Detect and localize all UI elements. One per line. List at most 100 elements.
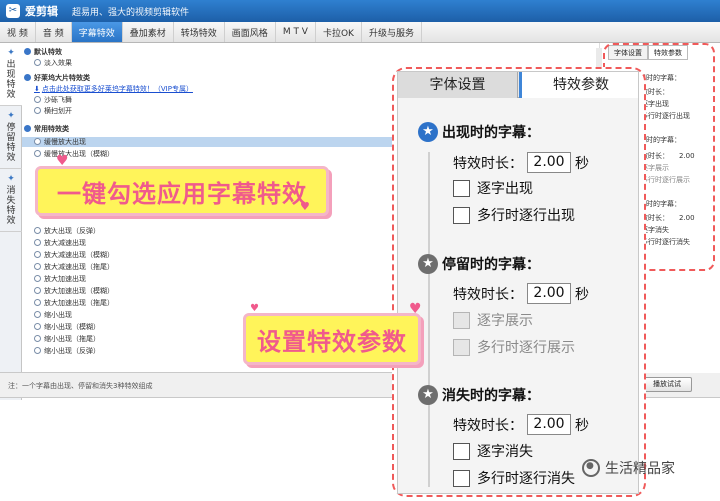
list-item[interactable]: 放大减速出现（模糊） [34, 250, 114, 260]
effect-phase-tabs: ✦ 出 现 特 效 ✦ 停 留 特 效 ✦ 消 失 特 效 [0, 43, 22, 400]
star-icon: ✦ [7, 174, 15, 184]
main-menu-bar: 视 频 音 频 字幕特效 叠加素材 转场特效 画面风格 M T V 卡拉OK 升… [0, 22, 720, 43]
group-common[interactable]: 常用特效类 [24, 124, 69, 134]
list-item[interactable]: 放大加速出现（模糊） [34, 286, 114, 296]
list-item[interactable]: 放大加速出现 [34, 274, 86, 284]
radio-icon [34, 311, 41, 318]
menu-mtv[interactable]: M T V [276, 22, 316, 42]
effect-settings-panel-zoomed: 字体设置 特效参数 出现时的字幕： 特效时长： 2.00 秒 逐字出现 多行时逐… [397, 71, 639, 494]
tab-stay-effects[interactable]: ✦ 停 留 特 效 [0, 106, 22, 169]
radio-icon [34, 347, 41, 354]
star-icon [418, 254, 438, 274]
vanish-char-by-char-checkbox[interactable]: 逐字消失 [453, 441, 533, 461]
radio-icon [34, 287, 41, 294]
list-item[interactable]: 横扫划开 [34, 106, 72, 116]
appear-char-by-char-checkbox[interactable]: 逐字出现 [453, 178, 533, 198]
app-slogan: 超易用、强大的视频剪辑软件 [72, 7, 190, 18]
menu-video[interactable]: 视 频 [0, 22, 36, 42]
list-item[interactable]: 沙砾飞舞 [34, 95, 72, 105]
appear-section-title: 出现时的字幕： [418, 122, 540, 142]
radio-icon [34, 251, 41, 258]
list-item[interactable]: 缩小出现（拖尾） [34, 334, 100, 344]
list-item[interactable]: 缩小出现（反弹） [34, 346, 100, 356]
radio-icon [34, 323, 41, 330]
checkbox-icon [453, 311, 470, 329]
group-default[interactable]: 默认特效 [24, 47, 62, 57]
star-icon [418, 122, 438, 142]
app-name: 爱剪辑 [25, 5, 58, 18]
stay-line-by-line-checkbox: 多行时逐行展示 [453, 337, 575, 357]
group-icon [24, 74, 31, 81]
vanish-line-by-line-checkbox[interactable]: 多行时逐行消失 [453, 468, 575, 488]
radio-icon [34, 150, 41, 157]
list-item[interactable]: 缩小出现 [34, 310, 72, 320]
stay-char-by-char-checkbox: 逐字展示 [453, 310, 533, 330]
appear-duration-input[interactable]: 2.00 [527, 152, 571, 173]
watermark: 生活精品家 [582, 458, 675, 478]
radio-icon [34, 239, 41, 246]
radio-icon [34, 107, 41, 114]
list-item[interactable]: 缩小出现（模糊） [34, 322, 100, 332]
settings-tabs: 字体设置 特效参数 [398, 72, 638, 98]
checked-radio-icon [34, 138, 41, 145]
stay-section-title: 停留时的字幕： [418, 254, 540, 274]
appear-line-by-line-checkbox[interactable]: 多行时逐行出现 [453, 205, 575, 225]
app-logo-icon: ✂ [6, 4, 20, 18]
menu-subtitle-effects[interactable]: 字幕特效 [71, 22, 123, 42]
section-connector [428, 152, 430, 487]
vanish-section-title: 消失时的字幕： [418, 385, 540, 405]
stay-duration-input[interactable]: 2.00 [527, 283, 571, 304]
checkbox-icon [453, 206, 470, 224]
list-item[interactable]: 放大出现（反弹） [34, 226, 100, 236]
wechat-icon [582, 459, 600, 477]
menu-upgrade[interactable]: 升级与服务 [362, 22, 422, 42]
download-icon: ⬇ [34, 85, 40, 93]
list-item[interactable]: 放大减速出现（拖尾） [34, 262, 114, 272]
list-item[interactable]: 淡入效果 [34, 58, 72, 68]
radio-icon [34, 227, 41, 234]
stay-duration-row: 特效时长： 2.00 秒 [453, 283, 589, 304]
vip-effects-link[interactable]: ⬇ 点击此处获取更多好莱坞字幕特效！（VIP专属） [34, 84, 193, 94]
tab-effect-params[interactable]: 特效参数 [519, 72, 638, 98]
list-item-selected[interactable]: 缓慢放大出现 [22, 137, 392, 147]
status-note: 注：一个字幕由出现、停留和消失3种特效组成 [8, 382, 153, 390]
vanish-duration-input[interactable]: 2.00 [527, 414, 571, 435]
group-icon [24, 48, 31, 55]
menu-audio[interactable]: 音 频 [36, 22, 72, 42]
tab-vanish-effects[interactable]: ✦ 消 失 特 效 [0, 169, 22, 232]
appear-duration-row: 特效时长： 2.00 秒 [453, 152, 589, 173]
checkbox-icon [453, 338, 470, 356]
radio-icon [34, 59, 41, 66]
tab-font-settings[interactable]: 字体设置 [398, 72, 518, 98]
star-icon: ✦ [7, 48, 15, 58]
vanish-duration-row: 特效时长： 2.00 秒 [453, 414, 589, 435]
checkbox-icon [453, 469, 470, 487]
tab-appear-effects[interactable]: ✦ 出 现 特 效 [0, 43, 22, 106]
menu-picture-style[interactable]: 画面风格 [225, 22, 276, 42]
list-item[interactable]: 放大减速出现 [34, 238, 86, 248]
heart-icon: ♥ [250, 303, 259, 314]
checkbox-icon [453, 442, 470, 460]
group-hollywood[interactable]: 好莱坞大片特效类 [24, 73, 90, 83]
list-item[interactable]: 缓慢放大出现（模糊） [34, 149, 114, 159]
menu-transitions[interactable]: 转场特效 [174, 22, 225, 42]
radio-icon [34, 275, 41, 282]
group-icon [24, 125, 31, 132]
menu-karaoke[interactable]: 卡拉OK [316, 22, 362, 42]
play-trial-button[interactable]: 播放试试 [642, 377, 692, 392]
radio-icon [34, 299, 41, 306]
title-bar: ✂ 爱剪辑 超易用、强大的视频剪辑软件 [0, 0, 720, 22]
callout-set-params: 设置特效参数 [243, 313, 421, 365]
heart-icon: ♥ [56, 153, 69, 169]
radio-icon [34, 96, 41, 103]
callout-one-click-apply: 一键勾选应用字幕特效 [35, 166, 329, 216]
radio-icon [34, 335, 41, 342]
star-icon: ✦ [7, 111, 15, 121]
star-icon [418, 385, 438, 405]
menu-overlay[interactable]: 叠加素材 [123, 22, 174, 42]
list-item[interactable]: 放大加速出现（拖尾） [34, 298, 114, 308]
heart-icon: ♥ [409, 301, 422, 317]
checkbox-icon [453, 179, 470, 197]
radio-icon [34, 263, 41, 270]
heart-icon: ♥ [300, 200, 310, 213]
